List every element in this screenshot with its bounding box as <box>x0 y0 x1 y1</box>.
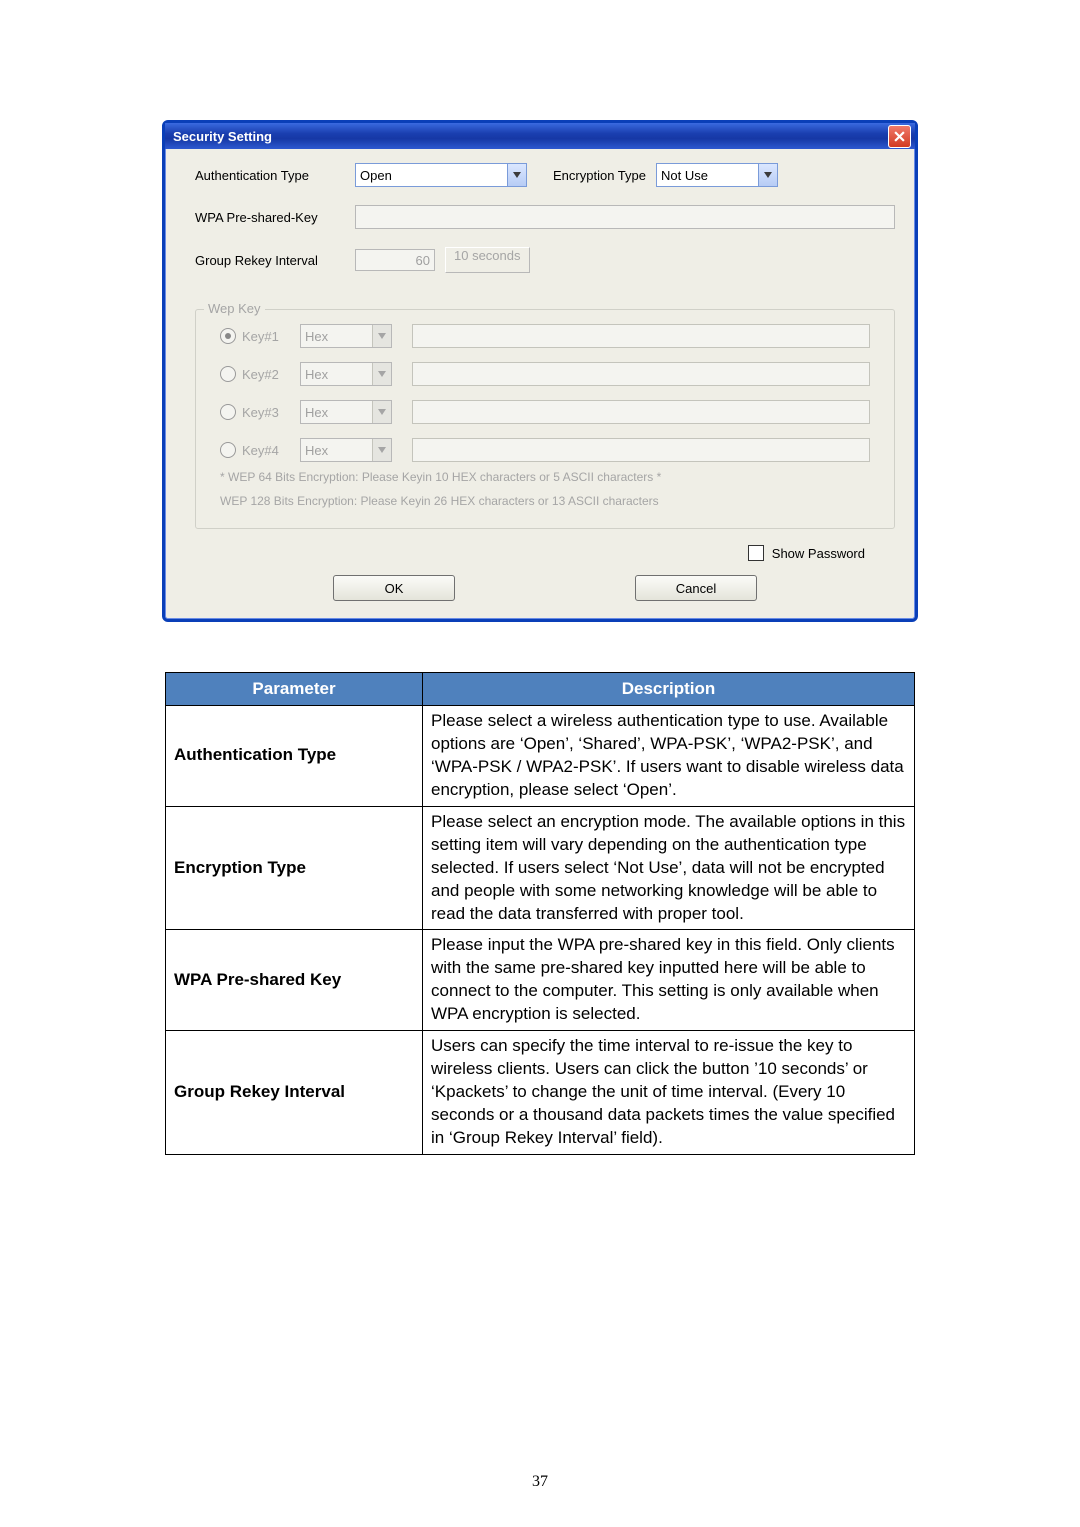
table-header-parameter: Parameter <box>166 673 423 706</box>
wpa-psk-label: WPA Pre-shared-Key <box>195 210 345 225</box>
wep-note-2: WEP 128 Bits Encryption: Please Keyin 26… <box>220 492 870 510</box>
wep-key-group: Wep Key Key#1 Hex Key#2 <box>195 309 895 529</box>
wep-key-1-mode-select[interactable]: Hex <box>300 324 392 348</box>
table-header-description: Description <box>423 673 915 706</box>
chevron-down-icon <box>372 363 391 385</box>
show-password-label: Show Password <box>772 546 865 561</box>
show-password-checkbox[interactable] <box>748 545 764 561</box>
chevron-down-icon <box>372 439 391 461</box>
param-authentication-type: Authentication Type <box>166 706 423 807</box>
chevron-down-icon <box>372 325 391 347</box>
desc-group-rekey: Users can specify the time interval to r… <box>423 1031 915 1155</box>
authentication-type-label: Authentication Type <box>195 168 345 183</box>
close-icon[interactable] <box>888 125 911 148</box>
parameter-table: Parameter Description Authentication Typ… <box>165 672 915 1155</box>
table-row: Encryption Type Please select an encrypt… <box>166 806 915 930</box>
encryption-type-value: Not Use <box>657 164 758 186</box>
wep-key-1-label: Key#1 <box>242 329 279 344</box>
wep-key-3-label: Key#3 <box>242 405 279 420</box>
chevron-down-icon <box>507 164 526 186</box>
wep-key-1-value-input[interactable] <box>412 324 870 348</box>
dialog-title: Security Setting <box>173 129 272 144</box>
wep-key-4-mode-select[interactable]: Hex <box>300 438 392 462</box>
wep-key-4-label: Key#4 <box>242 443 279 458</box>
desc-authentication-type: Please select a wireless authentication … <box>423 706 915 807</box>
param-wpa-psk: WPA Pre-shared Key <box>166 930 423 1031</box>
encryption-type-select[interactable]: Not Use <box>656 163 778 187</box>
wep-key-2-label: Key#2 <box>242 367 279 382</box>
param-group-rekey: Group Rekey Interval <box>166 1031 423 1155</box>
wpa-psk-input[interactable] <box>355 205 895 229</box>
dialog-body: Authentication Type Open Encryption Type… <box>165 149 915 619</box>
wep-key-2-mode-select[interactable]: Hex <box>300 362 392 386</box>
wep-key-4-radio[interactable]: Key#4 <box>220 442 280 458</box>
wep-key-1-radio[interactable]: Key#1 <box>220 328 280 344</box>
authentication-type-select[interactable]: Open <box>355 163 527 187</box>
wep-key-4-value-input[interactable] <box>412 438 870 462</box>
titlebar: Security Setting <box>165 123 915 149</box>
wep-key-3-value-input[interactable] <box>412 400 870 424</box>
desc-encryption-type: Please select an encryption mode. The av… <box>423 806 915 930</box>
group-rekey-label: Group Rekey Interval <box>195 253 345 268</box>
table-row: WPA Pre-shared Key Please input the WPA … <box>166 930 915 1031</box>
encryption-type-label: Encryption Type <box>553 168 646 183</box>
cancel-button[interactable]: Cancel <box>635 575 757 601</box>
wep-key-legend: Wep Key <box>204 301 265 316</box>
wep-key-2-mode: Hex <box>301 363 372 385</box>
group-rekey-unit-button[interactable]: 10 seconds <box>445 247 530 273</box>
desc-wpa-psk: Please input the WPA pre-shared key in t… <box>423 930 915 1031</box>
chevron-down-icon <box>372 401 391 423</box>
table-row: Group Rekey Interval Users can specify t… <box>166 1031 915 1155</box>
chevron-down-icon <box>758 164 777 186</box>
authentication-type-value: Open <box>356 164 507 186</box>
wep-key-2-radio[interactable]: Key#2 <box>220 366 280 382</box>
table-row: Authentication Type Please select a wire… <box>166 706 915 807</box>
param-encryption-type: Encryption Type <box>166 806 423 930</box>
wep-note-1: * WEP 64 Bits Encryption: Please Keyin 1… <box>220 468 870 486</box>
wep-key-1-mode: Hex <box>301 325 372 347</box>
group-rekey-input[interactable]: 60 <box>355 249 435 271</box>
wep-key-3-mode-select[interactable]: Hex <box>300 400 392 424</box>
security-setting-dialog: Security Setting Authentication Type Ope… <box>162 120 918 622</box>
wep-key-2-value-input[interactable] <box>412 362 870 386</box>
wep-key-4-mode: Hex <box>301 439 372 461</box>
ok-button[interactable]: OK <box>333 575 455 601</box>
wep-key-3-mode: Hex <box>301 401 372 423</box>
wep-key-3-radio[interactable]: Key#3 <box>220 404 280 420</box>
page-number: 37 <box>0 1473 1080 1491</box>
